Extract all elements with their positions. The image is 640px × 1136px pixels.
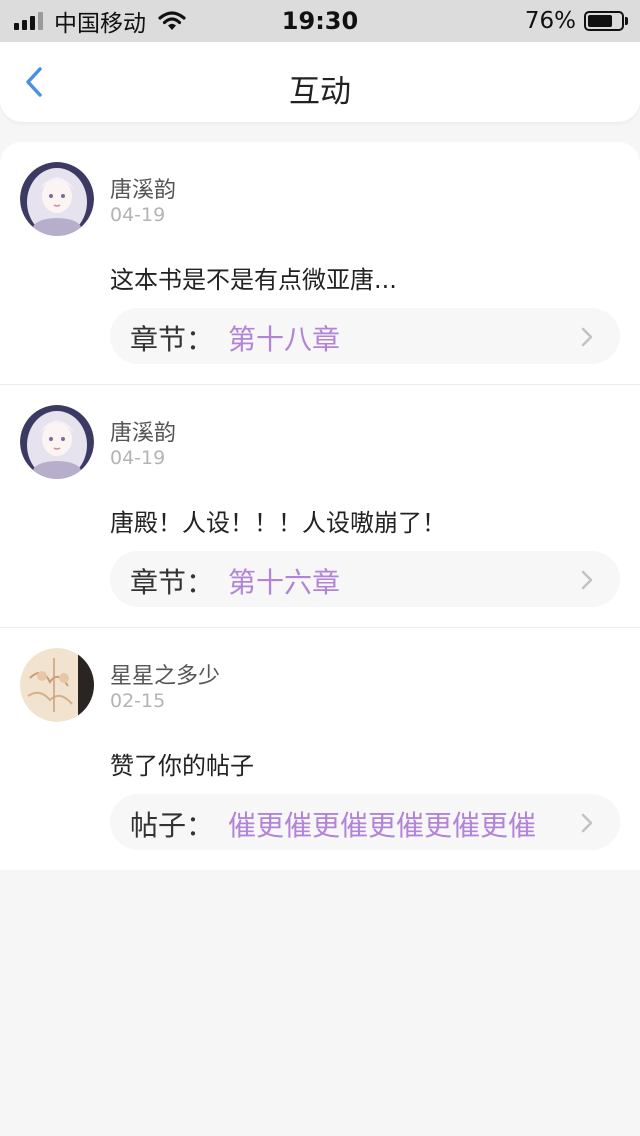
battery-icon [584, 11, 624, 31]
status-bar: 中国移动 19:30 76% [0, 0, 640, 42]
ref-label: 章节： [130, 566, 215, 599]
message-text: 唐殿！人设！！！人设嗷崩了！ [110, 509, 446, 537]
chevron-right-icon [581, 813, 593, 833]
list-item: 星星之多少 02-15 赞了你的帖子 帖子： 催更催更催更催更催更催 [0, 627, 640, 870]
battery-tip [625, 17, 628, 25]
chapter-link[interactable]: 章节： 第十六章 [110, 551, 620, 607]
ref-label: 帖子： [130, 809, 215, 842]
page-title: 互动 [289, 74, 351, 110]
interaction-list: 唐溪韵 04-19 这本书是不是有点微亚唐... 章节： 第十八章 唐溪韵 04… [0, 142, 640, 870]
ref-value: 第十八章 [228, 323, 341, 356]
post-date: 02-15 [110, 690, 166, 712]
post-date: 04-19 [110, 447, 166, 469]
list-item: 唐溪韵 04-19 唐殿！人设！！！人设嗷崩了！ 章节： 第十六章 [0, 384, 640, 627]
user-name[interactable]: 星星之多少 [110, 658, 220, 690]
ref-value: 催更催更催更催更催更催 [228, 809, 537, 842]
chevron-right-icon [581, 327, 593, 347]
post-date: 04-19 [110, 204, 166, 226]
battery-percent: 76% [524, 8, 576, 34]
avatar[interactable] [20, 405, 94, 479]
ref-value: 第十六章 [228, 566, 341, 599]
status-right: 76% [525, 7, 628, 35]
user-name[interactable]: 唐溪韵 [110, 415, 176, 447]
chevron-right-icon [581, 570, 593, 590]
avatar[interactable] [20, 648, 94, 722]
message-text: 赞了你的帖子 [110, 752, 254, 780]
ref-label: 章节： [130, 323, 215, 356]
avatar[interactable] [20, 162, 94, 236]
battery-fill [588, 15, 612, 27]
post-link[interactable]: 帖子： 催更催更催更催更催更催 [110, 794, 620, 850]
chapter-link[interactable]: 章节： 第十八章 [110, 308, 620, 364]
message-text: 这本书是不是有点微亚唐... [110, 266, 397, 294]
list-item: 唐溪韵 04-19 这本书是不是有点微亚唐... 章节： 第十八章 [0, 142, 640, 384]
user-name[interactable]: 唐溪韵 [110, 172, 176, 204]
nav-bar: 互动 [0, 42, 640, 122]
